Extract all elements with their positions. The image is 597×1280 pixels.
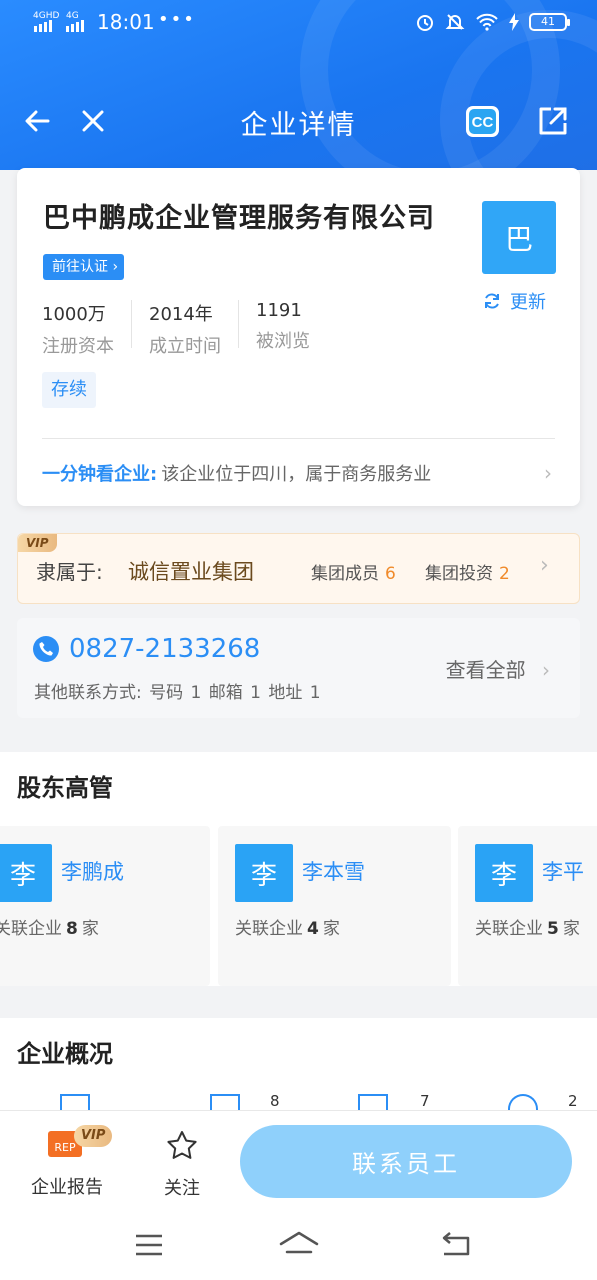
related-companies: 关联企业 5 家 — [475, 919, 580, 939]
phone-icon — [33, 636, 59, 662]
stat-capital: 1000万 注册资本 — [42, 300, 132, 357]
person-name[interactable]: 李本雪 — [302, 856, 365, 886]
group-label: 隶属于: — [36, 560, 103, 584]
chevron-right-icon: › — [544, 461, 552, 485]
person-name[interactable]: 李鹏成 — [61, 856, 124, 886]
group-row[interactable]: VIP 隶属于: 诚信置业集团 集团成员 6 集团投资 2 › — [17, 533, 580, 604]
verify-button[interactable]: 前往认证 › — [43, 254, 125, 280]
contact-staff-button[interactable]: 联系员工 — [240, 1125, 572, 1198]
follow-button[interactable]: 关注 — [158, 1125, 206, 1200]
related-companies: 关联企业 8 家 — [0, 919, 99, 939]
notification-icons: ••• — [158, 9, 196, 30]
chevron-right-icon: › — [112, 259, 119, 275]
summary-text: 该企业位于四川，属于商务服务业 — [161, 464, 432, 485]
one-minute-summary[interactable]: 一分钟看企业: 该企业位于四川，属于商务服务业 › — [42, 460, 552, 486]
follow-label: 关注 — [164, 1178, 200, 1199]
stat-label: 注册资本 — [42, 336, 114, 357]
bottom-action-bar: REP VIP 企业报告 关注 联系员工 — [0, 1110, 597, 1210]
phone-row[interactable]: 0827-2133268 — [33, 634, 260, 664]
group-invest: 集团投资 2 — [425, 559, 510, 584]
avatar: 李 — [235, 844, 293, 902]
refresh-icon — [485, 293, 499, 309]
person-card[interactable]: 李 李本雪 关联企业 4 家 — [218, 826, 451, 986]
stat-label: 成立时间 — [149, 336, 221, 357]
menu-icon[interactable] — [134, 1232, 164, 1258]
company-card: 巴中鹏成企业管理服务有限公司 前往认证 › 巴 更新 1000万 注册资本 20… — [17, 168, 580, 506]
wifi-icon — [476, 13, 498, 31]
members-count: 6 — [385, 564, 396, 584]
stat-views: 1191 被浏览 — [256, 300, 327, 352]
vip-badge: VIP — [18, 534, 57, 552]
invest-label: 集团投资 — [425, 564, 493, 584]
page-title: 企业详情 — [240, 110, 357, 141]
stat-founded: 2014年 成立时间 — [149, 300, 239, 357]
chevron-right-icon: › — [540, 553, 549, 578]
vip-badge: VIP — [74, 1125, 113, 1147]
other-contacts: 其他联系方式: 号码 1 邮箱 1 地址 1 — [34, 683, 321, 703]
status-right: 41 — [415, 12, 570, 32]
view-all-button[interactable]: 查看全部 › — [446, 654, 550, 683]
status-bar: 4GHD 4G 18:01 ••• 41 — [0, 0, 597, 46]
share-icon[interactable] — [533, 101, 573, 141]
refresh-label: 更新 — [510, 292, 546, 313]
report-button[interactable]: REP VIP 企业报告 — [24, 1125, 113, 1199]
stat-value: 2014年 — [149, 304, 213, 325]
section-title: 股东高管 — [17, 774, 113, 802]
svg-text:CC: CC — [472, 114, 494, 131]
system-nav-bar — [0, 1210, 597, 1280]
stat-label: 被浏览 — [256, 331, 310, 352]
stat-value: 1191 — [256, 300, 302, 321]
alarm-icon — [417, 15, 433, 31]
verify-label: 前往认证 — [52, 259, 108, 275]
header-background: 4GHD 4G 18:01 ••• 41 企业详情 CC — [0, 0, 597, 170]
phone-number[interactable]: 0827-2133268 — [69, 634, 260, 664]
charging-icon — [509, 13, 519, 31]
view-all-label: 查看全部 — [445, 658, 526, 682]
overview-count: 7 — [420, 1092, 430, 1110]
section-title: 企业概况 — [17, 1040, 113, 1068]
company-logo: 巴 — [482, 201, 556, 274]
chevron-right-icon: › — [542, 658, 550, 682]
signal-2-icon — [66, 20, 84, 32]
status-badge: 存续 — [42, 372, 96, 408]
overview-count: 8 — [270, 1092, 280, 1110]
person-card[interactable]: 李 李鹏成 关联企业 8 家 — [0, 826, 210, 986]
person-name[interactable]: 李平 — [542, 856, 584, 886]
group-members: 集团成员 6 — [311, 559, 396, 584]
mute-icon — [445, 14, 465, 30]
home-icon[interactable] — [278, 1230, 320, 1260]
summary-title: 一分钟看企业: — [42, 464, 158, 485]
overview-count: 2 — [568, 1092, 578, 1110]
person-card[interactable]: 李 李平 关联企业 5 家 — [458, 826, 597, 986]
related-companies: 关联企业 4 家 — [235, 919, 340, 939]
back-nav-icon[interactable] — [438, 1230, 472, 1260]
invest-count: 2 — [499, 564, 510, 584]
avatar: 李 — [0, 844, 52, 902]
divider — [42, 438, 555, 439]
members-label: 集团成员 — [311, 564, 379, 584]
company-stats: 1000万 注册资本 2014年 成立时间 1191 被浏览 — [42, 300, 344, 357]
clock: 18:01 — [97, 10, 155, 34]
refresh-button[interactable]: 更新 — [482, 288, 546, 314]
nav-bar: 企业详情 CC — [0, 95, 597, 149]
star-icon — [167, 1131, 197, 1159]
contact-card[interactable]: 0827-2133268 其他联系方式: 号码 1 邮箱 1 地址 1 查看全部… — [17, 618, 580, 718]
stat-value: 1000万 — [42, 304, 106, 325]
cc-icon[interactable]: CC — [463, 101, 503, 141]
signal-1-icon — [34, 20, 52, 32]
battery-level: 41 — [529, 13, 570, 31]
report-label: 企业报告 — [31, 1177, 103, 1198]
group-name: 诚信置业集团 — [128, 560, 254, 584]
avatar: 李 — [475, 844, 533, 902]
company-name: 巴中鹏成企业管理服务有限公司 — [43, 203, 435, 234]
